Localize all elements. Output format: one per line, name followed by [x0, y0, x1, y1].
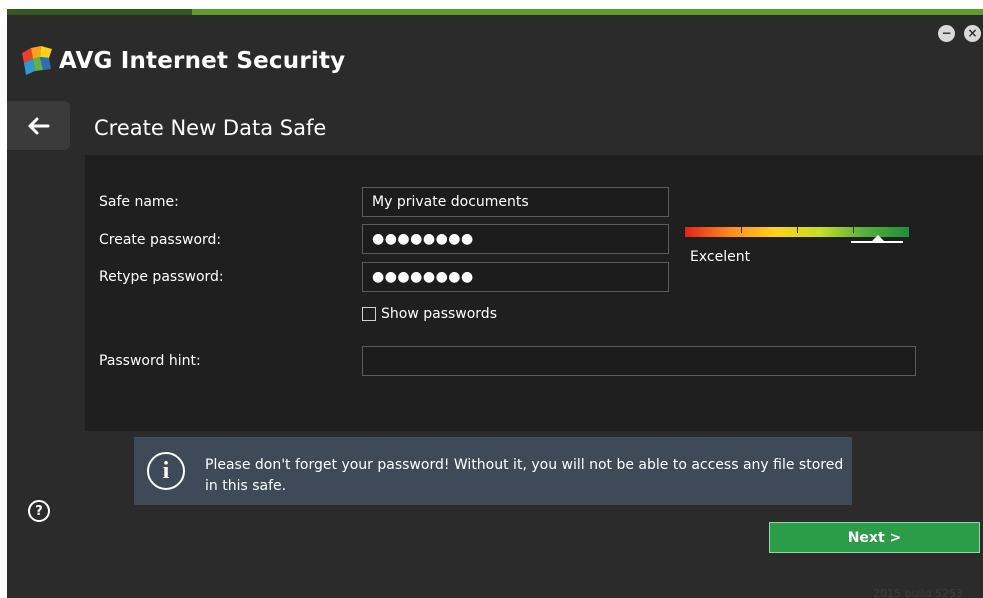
- password-strength-meter: [685, 227, 909, 243]
- create-password-label: Create password:: [99, 232, 222, 248]
- strength-pointer-icon: [870, 235, 885, 242]
- build-info: 2015 build 5253: [873, 587, 964, 598]
- create-password-input[interactable]: ●●●●●●●●: [362, 224, 669, 254]
- close-button[interactable]: ×: [964, 25, 981, 42]
- app-title: AVG Internet Security: [59, 48, 346, 74]
- minimize-button[interactable]: −: [938, 25, 955, 42]
- next-button[interactable]: Next >: [769, 522, 980, 553]
- retype-password-input[interactable]: ●●●●●●●●: [362, 262, 669, 292]
- info-message: Please don't forget your password! Witho…: [205, 457, 844, 494]
- info-icon: i: [147, 452, 185, 490]
- strength-tick: [853, 227, 854, 233]
- password-hint-input[interactable]: [362, 346, 916, 376]
- show-passwords-toggle[interactable]: Show passwords: [362, 306, 497, 322]
- password-strength-label: Excelent: [690, 249, 751, 265]
- show-passwords-label: Show passwords: [381, 306, 497, 322]
- retype-password-label: Retype password:: [99, 269, 224, 285]
- strength-tick: [741, 227, 742, 233]
- avg-logo-icon: [22, 46, 52, 75]
- safe-name-input[interactable]: My private documents: [362, 187, 669, 217]
- top-accent-bar-dark: [7, 9, 192, 15]
- page-title: Create New Data Safe: [94, 116, 327, 140]
- help-icon[interactable]: ?: [28, 500, 50, 522]
- back-button[interactable]: [7, 101, 70, 150]
- arrow-left-icon: [28, 117, 49, 134]
- strength-tick: [797, 227, 798, 233]
- safe-name-label: Safe name:: [99, 194, 179, 210]
- show-passwords-checkbox[interactable]: [362, 307, 376, 321]
- password-hint-label: Password hint:: [99, 353, 201, 369]
- app-window: − × AVG Internet Security Create New Dat…: [7, 9, 983, 598]
